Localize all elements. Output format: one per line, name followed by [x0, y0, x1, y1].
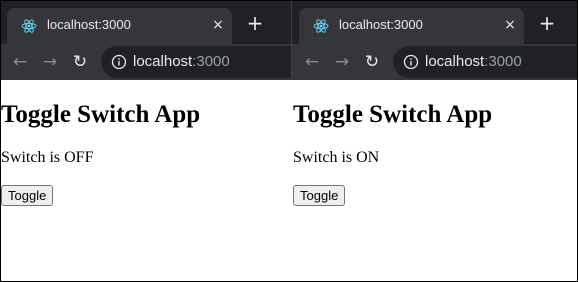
forward-arrow-icon[interactable]: →: [38, 50, 62, 74]
address-bar[interactable]: localhost:3000: [101, 46, 291, 78]
tab-localhost[interactable]: localhost:3000 ×: [299, 8, 524, 44]
new-tab-icon[interactable]: +: [536, 12, 558, 34]
close-icon[interactable]: ×: [501, 16, 519, 34]
close-icon[interactable]: ×: [209, 16, 227, 34]
page-title: Toggle Switch App: [293, 101, 493, 128]
forward-arrow-icon[interactable]: →: [330, 50, 354, 74]
toolbar: ← → ↻ localhost:3000: [0, 44, 291, 80]
url-text: localhost:3000: [425, 53, 522, 71]
address-bar[interactable]: localhost:3000: [393, 46, 578, 78]
switch-status: Switch is OFF: [1, 149, 94, 166]
new-tab-icon[interactable]: +: [244, 12, 266, 34]
tab-title: localhost:3000: [47, 17, 131, 32]
react-icon: [313, 19, 329, 33]
browser-window-off: localhost:3000 × + ← → ↻ localhost:3000 …: [0, 0, 291, 282]
browser-window-on: localhost:3000 × + ← → ↻ localhost:3000 …: [292, 0, 578, 282]
url-host: localhost: [425, 53, 485, 70]
switch-status: Switch is ON: [293, 149, 380, 166]
url-port: :3000: [484, 53, 522, 70]
back-arrow-icon[interactable]: ←: [300, 50, 324, 74]
react-icon: [21, 19, 37, 33]
page-content: Toggle Switch App Switch is ON Toggle: [292, 80, 578, 282]
tab-strip: localhost:3000 × +: [0, 0, 291, 44]
reload-icon[interactable]: ↻: [68, 50, 92, 74]
info-icon[interactable]: [403, 54, 419, 70]
url-text: localhost:3000: [133, 53, 230, 71]
tab-title: localhost:3000: [339, 17, 423, 32]
url-port: :3000: [192, 53, 230, 70]
page-title: Toggle Switch App: [1, 101, 201, 128]
page-content: Toggle Switch App Switch is OFF Toggle: [0, 80, 291, 282]
tab-localhost[interactable]: localhost:3000 ×: [7, 8, 232, 44]
toggle-button[interactable]: Toggle: [293, 185, 346, 206]
url-host: localhost: [133, 53, 193, 70]
toggle-button[interactable]: Toggle: [1, 185, 54, 206]
toolbar: ← → ↻ localhost:3000: [292, 44, 578, 80]
back-arrow-icon[interactable]: ←: [8, 50, 32, 74]
reload-icon[interactable]: ↻: [360, 50, 384, 74]
tab-strip: localhost:3000 × +: [292, 0, 578, 44]
info-icon[interactable]: [111, 54, 127, 70]
